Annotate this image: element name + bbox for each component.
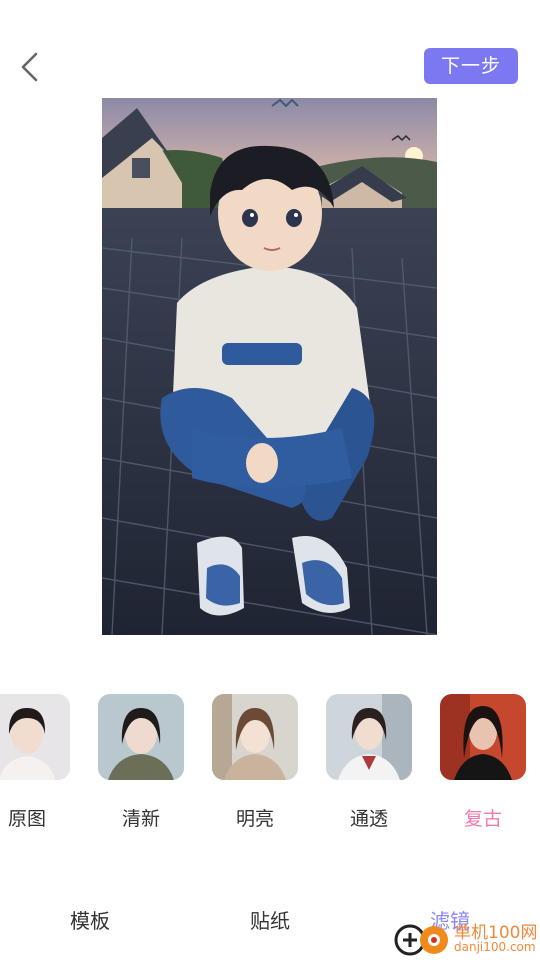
filter-thumbnail xyxy=(440,694,526,780)
filter-thumbnail xyxy=(98,694,184,780)
watermark-url: danji100.com xyxy=(454,940,536,954)
filter-label: 明亮 xyxy=(235,808,274,830)
tab-template[interactable]: 模板 xyxy=(30,905,150,934)
photo-preview xyxy=(102,98,437,635)
filter-item-fresh[interactable]: 清新 xyxy=(98,694,184,834)
filter-label: 清新 xyxy=(121,808,160,830)
next-step-button[interactable]: 下一步 xyxy=(424,48,518,84)
watermark-logo xyxy=(394,924,448,956)
watermark: 单机100网 danji100.com xyxy=(390,916,540,960)
filter-label: 复古 xyxy=(463,808,502,830)
tab-sticker[interactable]: 贴纸 xyxy=(210,905,330,934)
filter-item-retro[interactable]: 复古 xyxy=(440,694,526,834)
filter-item-original[interactable]: 原图 xyxy=(0,694,70,834)
filter-label: 通透 xyxy=(349,808,388,830)
chevron-left-icon xyxy=(21,52,38,82)
filter-item-bright[interactable]: 明亮 xyxy=(212,694,298,834)
filter-strip: 原图 清新 明亮 通透 复古 xyxy=(0,694,540,844)
filter-thumbnail xyxy=(212,694,298,780)
filter-item-clear[interactable]: 通透 xyxy=(326,694,412,834)
anime-boy-rooftop-image xyxy=(102,98,437,635)
filter-label: 原图 xyxy=(7,808,46,830)
back-button[interactable] xyxy=(14,48,50,88)
filter-thumbnail xyxy=(326,694,412,780)
filter-thumbnail xyxy=(0,694,70,780)
